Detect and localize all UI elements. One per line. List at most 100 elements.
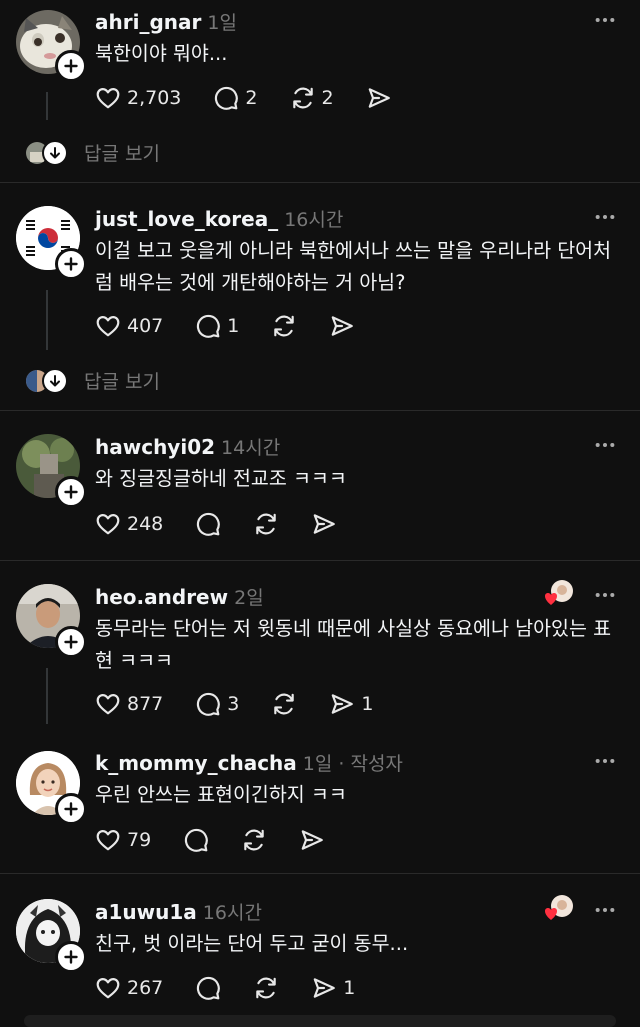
repost-icon bbox=[253, 511, 279, 537]
reply-composer-bar[interactable] bbox=[24, 1015, 616, 1027]
share-icon bbox=[329, 313, 355, 339]
action-bar: 248 bbox=[95, 509, 369, 539]
share-button[interactable] bbox=[299, 827, 325, 853]
post-time: 1일 bbox=[207, 12, 237, 34]
plus-icon bbox=[64, 950, 78, 964]
repost-button[interactable] bbox=[271, 691, 297, 717]
like-count: 248 bbox=[127, 513, 164, 535]
post-time: 1일 · 작성자 bbox=[302, 753, 403, 775]
more-icon[interactable] bbox=[594, 434, 616, 456]
username[interactable]: ahri_gnar 1일 bbox=[95, 8, 237, 35]
action-bar: 79 bbox=[95, 825, 357, 855]
comment-button[interactable] bbox=[195, 511, 221, 537]
like-button[interactable]: 877 bbox=[95, 691, 163, 717]
share-icon bbox=[299, 827, 325, 853]
plus-icon bbox=[64, 635, 78, 649]
post-text: 와 징글징글하네 전교조 ㅋㅋㅋ bbox=[95, 467, 347, 490]
like-button[interactable]: 79 bbox=[95, 827, 151, 853]
action-bar: 407 1 bbox=[95, 311, 387, 341]
comment-button[interactable]: 3 bbox=[195, 691, 239, 717]
more-icon[interactable] bbox=[594, 206, 616, 228]
share-icon bbox=[366, 85, 392, 111]
username[interactable]: a1uwu1a 16시간 bbox=[95, 898, 262, 925]
comment-button[interactable] bbox=[183, 827, 209, 853]
heart-icon bbox=[95, 313, 121, 339]
post-text: 동무라는 단어는 저 윗동네 때문에 사실상 동요에나 남아있는 표현 ㅋㅋㅋ bbox=[95, 617, 612, 672]
author-liked-badge bbox=[544, 579, 574, 609]
arrow-down-icon bbox=[42, 367, 68, 394]
like-count: 877 bbox=[127, 693, 164, 715]
username[interactable]: heo.andrew 2일 bbox=[95, 583, 264, 610]
thread-line bbox=[46, 290, 48, 350]
heart-icon bbox=[95, 85, 121, 111]
thread-line bbox=[46, 92, 48, 120]
username[interactable]: k_mommy_chacha 1일 · 작성자 bbox=[95, 749, 403, 776]
repost-button[interactable] bbox=[241, 827, 267, 853]
like-count: 79 bbox=[127, 829, 152, 851]
comment-button[interactable]: 1 bbox=[195, 313, 239, 339]
like-button[interactable]: 407 bbox=[95, 313, 163, 339]
comment-icon bbox=[195, 691, 221, 717]
view-replies-label: 답글 보기 bbox=[84, 143, 160, 165]
repost-count: 2 bbox=[321, 87, 334, 109]
more-icon[interactable] bbox=[594, 584, 616, 606]
post-text: 우린 안쓰는 표현이긴하지 ㅋㅋ bbox=[95, 783, 347, 806]
post: just_love_korea_ 16시간 이걸 보고 웃을게 아니라 북한에서나… bbox=[0, 183, 640, 411]
more-icon[interactable] bbox=[594, 9, 616, 31]
heart-icon bbox=[95, 827, 121, 853]
username[interactable]: hawchyi02 14시간 bbox=[95, 433, 280, 460]
comment-icon bbox=[195, 511, 221, 537]
plus-icon bbox=[64, 802, 78, 816]
heart-icon bbox=[545, 908, 557, 920]
view-replies[interactable]: 답글 보기 bbox=[24, 139, 160, 166]
follow-button[interactable] bbox=[55, 793, 87, 825]
author-liked-badge bbox=[544, 894, 574, 924]
share-button[interactable]: 1 bbox=[329, 691, 373, 717]
like-count: 2,703 bbox=[127, 87, 182, 109]
share-button[interactable] bbox=[366, 85, 392, 111]
view-replies[interactable]: 답글 보기 bbox=[24, 367, 160, 394]
share-button[interactable] bbox=[329, 313, 355, 339]
follow-button[interactable] bbox=[55, 50, 87, 82]
repost-button[interactable] bbox=[271, 313, 297, 339]
repost-icon bbox=[253, 975, 279, 1001]
share-icon bbox=[311, 511, 337, 537]
comment-count: 1 bbox=[227, 315, 240, 337]
post: hawchyi02 14시간 와 징글징글하네 전교조 ㅋㅋㅋ 248 bbox=[0, 411, 640, 561]
plus-icon bbox=[64, 485, 78, 499]
share-count: 1 bbox=[343, 977, 356, 999]
comment-button[interactable]: 2 bbox=[213, 85, 258, 111]
like-button[interactable]: 2,703 bbox=[95, 85, 181, 111]
like-button[interactable]: 267 bbox=[95, 975, 163, 1001]
more-icon[interactable] bbox=[594, 899, 616, 921]
share-button[interactable]: 1 bbox=[311, 975, 355, 1001]
post: heo.andrew 2일 동무라는 단어는 저 윗동네 때문에 사실상 동요에나… bbox=[0, 561, 640, 731]
post-time: 16시간 bbox=[202, 902, 262, 924]
heart-icon bbox=[95, 511, 121, 537]
repost-button[interactable]: 2 bbox=[290, 85, 334, 111]
follow-button[interactable] bbox=[55, 626, 87, 658]
repost-button[interactable] bbox=[253, 511, 279, 537]
post-text: 친구, 벗 이라는 단어 두고 굳이 동무... bbox=[95, 932, 409, 955]
share-count: 1 bbox=[361, 693, 374, 715]
like-button[interactable]: 248 bbox=[95, 511, 163, 537]
share-icon bbox=[311, 975, 337, 1001]
follow-button[interactable] bbox=[55, 476, 87, 508]
post-text: 이걸 보고 웃을게 아니라 북한에서나 쓰는 말을 우리나라 단어처럼 배우는 … bbox=[95, 239, 612, 294]
repost-icon bbox=[241, 827, 267, 853]
comment-icon bbox=[195, 975, 221, 1001]
post: k_mommy_chacha 1일 · 작성자 우린 안쓰는 표현이긴하지 ㅋㅋ … bbox=[0, 731, 640, 871]
follow-button[interactable] bbox=[55, 248, 87, 280]
username[interactable]: just_love_korea_ 16시간 bbox=[95, 205, 343, 232]
comment-icon bbox=[195, 313, 221, 339]
like-count: 267 bbox=[127, 977, 164, 999]
follow-button[interactable] bbox=[55, 941, 87, 973]
plus-icon bbox=[64, 257, 78, 271]
post-time: 16시간 bbox=[284, 209, 344, 231]
share-button[interactable] bbox=[311, 511, 337, 537]
share-icon bbox=[329, 691, 355, 717]
post-time: 14시간 bbox=[221, 437, 281, 459]
more-icon[interactable] bbox=[594, 750, 616, 772]
repost-button[interactable] bbox=[253, 975, 279, 1001]
comment-button[interactable] bbox=[195, 975, 221, 1001]
